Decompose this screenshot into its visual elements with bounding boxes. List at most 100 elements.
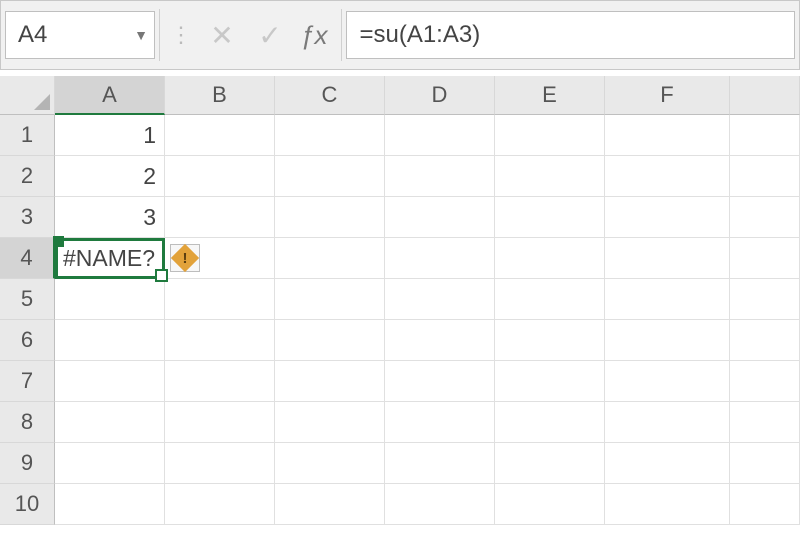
cell-e2[interactable] (495, 156, 605, 197)
cell-e8[interactable] (495, 402, 605, 443)
column-header-c[interactable]: C (275, 76, 385, 115)
cell-f8[interactable] (605, 402, 730, 443)
cell-g9[interactable] (730, 443, 800, 484)
cell-e9[interactable] (495, 443, 605, 484)
cell-d9[interactable] (385, 443, 495, 484)
cell-f10[interactable] (605, 484, 730, 525)
cell-e1[interactable] (495, 115, 605, 156)
chevron-down-icon[interactable]: ▼ (134, 27, 148, 43)
cell-d6[interactable] (385, 320, 495, 361)
cell-f1[interactable] (605, 115, 730, 156)
formula-input[interactable]: =su(A1:A3) (346, 11, 795, 59)
cell-d7[interactable] (385, 361, 495, 402)
cell-b8[interactable] (165, 402, 275, 443)
row-header-10[interactable]: 10 (0, 484, 55, 525)
cell-e7[interactable] (495, 361, 605, 402)
cell-f2[interactable] (605, 156, 730, 197)
name-box[interactable]: A4 ▼ (5, 11, 155, 59)
cell-e5[interactable] (495, 279, 605, 320)
cell-g8[interactable] (730, 402, 800, 443)
cell-a5[interactable] (55, 279, 165, 320)
cell-f3[interactable] (605, 197, 730, 238)
cell-c2[interactable] (275, 156, 385, 197)
cell-d4[interactable] (385, 238, 495, 279)
cell-a3[interactable]: 3 (55, 197, 165, 238)
cell-f9[interactable] (605, 443, 730, 484)
cell-c4[interactable] (275, 238, 385, 279)
cell-f4[interactable] (605, 238, 730, 279)
row-header-1[interactable]: 1 (0, 115, 55, 156)
cell-b1[interactable] (165, 115, 275, 156)
cell-g3[interactable] (730, 197, 800, 238)
cell-d8[interactable] (385, 402, 495, 443)
cell-e10[interactable] (495, 484, 605, 525)
column-header-d[interactable]: D (385, 76, 495, 115)
column-header-g[interactable] (730, 76, 800, 115)
cell-a4[interactable]: #NAME? (55, 238, 165, 279)
cell-b7[interactable] (165, 361, 275, 402)
cell-c7[interactable] (275, 361, 385, 402)
cell-d10[interactable] (385, 484, 495, 525)
cell-a1[interactable]: 1 (55, 115, 165, 156)
drag-handle-icon[interactable]: ⋮ (164, 22, 196, 48)
cell-f6[interactable] (605, 320, 730, 361)
row-header-9[interactable]: 9 (0, 443, 55, 484)
row-header-3[interactable]: 3 (0, 197, 55, 238)
cell-c3[interactable] (275, 197, 385, 238)
column-header-f[interactable]: F (605, 76, 730, 115)
row-header-8[interactable]: 8 (0, 402, 55, 443)
cell-d2[interactable] (385, 156, 495, 197)
cell-g5[interactable] (730, 279, 800, 320)
cell-c5[interactable] (275, 279, 385, 320)
cell-e6[interactable] (495, 320, 605, 361)
cell-d5[interactable] (385, 279, 495, 320)
cell-b9[interactable] (165, 443, 275, 484)
cancel-button[interactable]: ✕ (200, 15, 244, 55)
cell-c1[interactable] (275, 115, 385, 156)
cell-a2[interactable]: 2 (55, 156, 165, 197)
warning-bang: ! (183, 250, 188, 267)
cell-d1[interactable] (385, 115, 495, 156)
cell-b2[interactable] (165, 156, 275, 197)
cell-b5[interactable] (165, 279, 275, 320)
formula-text: =su(A1:A3) (359, 21, 480, 49)
cell-f7[interactable] (605, 361, 730, 402)
cell-c10[interactable] (275, 484, 385, 525)
insert-function-button[interactable]: ƒx (296, 20, 337, 51)
cell-g4[interactable] (730, 238, 800, 279)
cell-b10[interactable] (165, 484, 275, 525)
cell-a9[interactable] (55, 443, 165, 484)
cell-d3[interactable] (385, 197, 495, 238)
table-row: 2 2 (0, 156, 800, 197)
cell-a10[interactable] (55, 484, 165, 525)
cell-a6[interactable] (55, 320, 165, 361)
column-header-e[interactable]: E (495, 76, 605, 115)
cell-e4[interactable] (495, 238, 605, 279)
cell-b6[interactable] (165, 320, 275, 361)
cell-g7[interactable] (730, 361, 800, 402)
cell-a7[interactable] (55, 361, 165, 402)
cell-g10[interactable] (730, 484, 800, 525)
cell-g6[interactable] (730, 320, 800, 361)
table-row: 1 1 (0, 115, 800, 156)
row-header-4[interactable]: 4 (0, 238, 55, 279)
cell-g2[interactable] (730, 156, 800, 197)
cell-c8[interactable] (275, 402, 385, 443)
row-header-5[interactable]: 5 (0, 279, 55, 320)
cell-b3[interactable] (165, 197, 275, 238)
enter-button[interactable]: ✓ (248, 15, 292, 55)
row-header-7[interactable]: 7 (0, 361, 55, 402)
cell-a8[interactable] (55, 402, 165, 443)
column-header-b[interactable]: B (165, 76, 275, 115)
cell-c9[interactable] (275, 443, 385, 484)
cell-c6[interactable] (275, 320, 385, 361)
cell-e3[interactable] (495, 197, 605, 238)
cell-g1[interactable] (730, 115, 800, 156)
select-all-button[interactable] (0, 76, 55, 115)
separator (341, 9, 342, 61)
row-header-2[interactable]: 2 (0, 156, 55, 197)
cell-f5[interactable] (605, 279, 730, 320)
column-header-a[interactable]: A (55, 76, 165, 115)
row-header-6[interactable]: 6 (0, 320, 55, 361)
error-smart-tag[interactable]: ! (170, 244, 200, 272)
